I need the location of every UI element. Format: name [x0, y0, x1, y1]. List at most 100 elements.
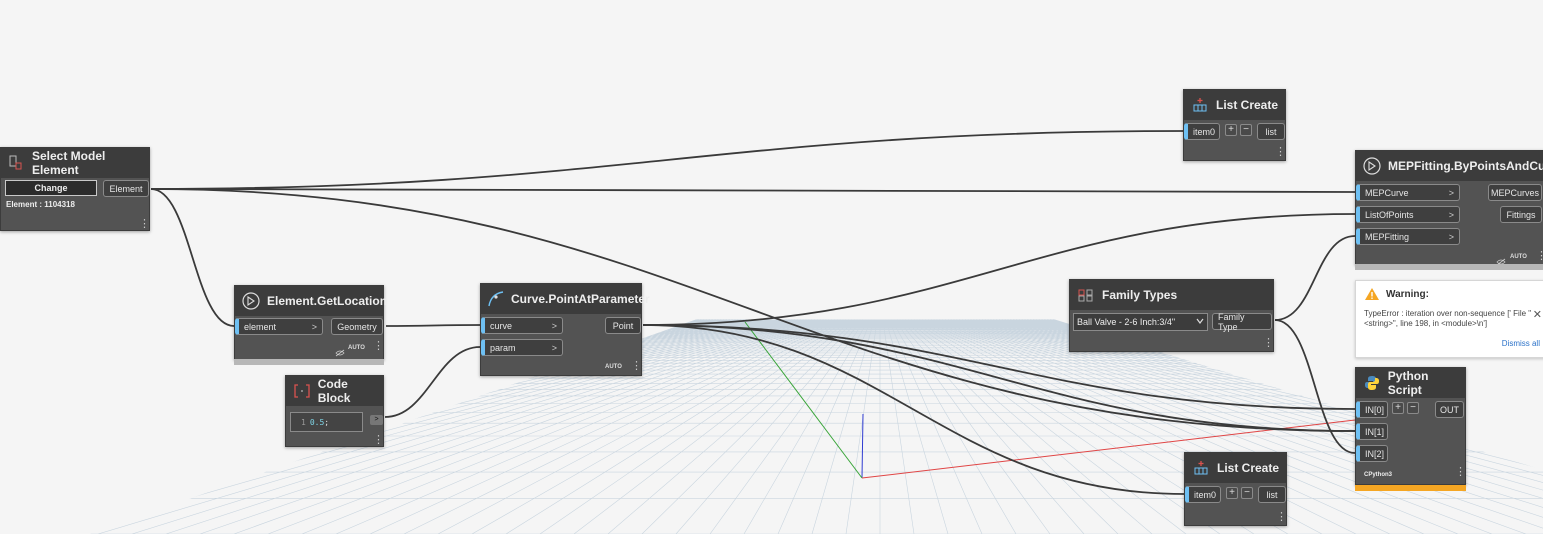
node-list-create-bottom[interactable]: List Create item0 + − list ⋮ — [1184, 452, 1287, 526]
change-button[interactable]: Change — [5, 180, 97, 196]
node-python-script[interactable]: Python Script IN[0] IN[1] IN[2] + − OUT … — [1355, 367, 1466, 491]
port-arrow-icon: > — [1448, 231, 1454, 242]
warning-title: Warning: — [1386, 289, 1429, 300]
port-arrow-icon: > — [1448, 209, 1454, 220]
node-header[interactable]: Curve.PointAtParameter — [481, 284, 650, 314]
node-header[interactable]: Select Model Element — [1, 148, 149, 178]
port-arrow-icon: > — [551, 342, 557, 353]
warning-message: TypeError : iteration over non-sequence … — [1364, 309, 1532, 328]
background-canvas[interactable] — [0, 0, 1543, 534]
close-icon[interactable]: ✕ — [1533, 308, 1542, 321]
line-number: 1 — [301, 417, 306, 427]
port-label: IN[0] — [1365, 404, 1385, 415]
floor-grid — [90, 319, 1543, 534]
output-port-fittings[interactable]: Fittings — [1500, 206, 1542, 223]
node-header[interactable]: MEPFitting.ByPointsAndCurve — [1356, 151, 1543, 181]
node-menu-icon[interactable]: ⋮ — [1263, 338, 1274, 349]
input-port-item0[interactable]: item0 — [1185, 486, 1221, 503]
revit-node-icon — [1362, 156, 1382, 176]
lacing-label[interactable]: AUTO — [1510, 254, 1527, 260]
output-port-code[interactable]: > — [370, 415, 383, 425]
node-menu-icon[interactable]: ⋮ — [139, 219, 150, 230]
input-port-in1[interactable]: IN[1] — [1356, 423, 1388, 440]
port-label: Point — [612, 320, 634, 331]
input-port-mepfitting[interactable]: MEPFitting > — [1356, 228, 1460, 245]
list-create-icon — [1190, 95, 1210, 115]
remove-input-button[interactable]: − — [1240, 124, 1252, 136]
revit-node-icon — [241, 291, 261, 311]
list-create-icon — [1191, 458, 1211, 478]
output-port-geometry[interactable]: Geometry — [331, 318, 383, 335]
chevron-down-icon — [1196, 317, 1204, 327]
port-label: MEPFitting — [1365, 231, 1410, 242]
remove-input-button[interactable]: − — [1407, 402, 1419, 414]
node-menu-icon[interactable]: ⋮ — [373, 435, 384, 446]
output-port-out[interactable]: OUT — [1435, 401, 1464, 418]
input-port-param[interactable]: param > — [481, 339, 563, 356]
lacing-label[interactable]: AUTO — [348, 345, 365, 351]
node-title: Family Types — [1102, 288, 1178, 302]
port-arrow-icon: > — [551, 320, 557, 331]
port-label: element — [244, 321, 277, 332]
add-input-button[interactable]: + — [1392, 402, 1404, 414]
node-menu-icon[interactable]: ⋮ — [1536, 251, 1543, 262]
input-port-element[interactable]: element > — [235, 318, 323, 335]
code-editor[interactable]: 1 0.5 ; — [290, 412, 363, 432]
node-header[interactable]: Python Script — [1356, 368, 1465, 398]
node-menu-icon[interactable]: ⋮ — [1455, 467, 1466, 478]
node-header[interactable]: Element.GetLocation — [235, 286, 387, 316]
port-label: list — [1266, 489, 1278, 500]
node-header[interactable]: List Create — [1184, 90, 1285, 120]
input-port-item0[interactable]: item0 — [1184, 123, 1220, 140]
input-port-in0[interactable]: IN[0] — [1356, 401, 1388, 418]
output-port-family-type[interactable]: Family Type — [1212, 311, 1272, 332]
node-title: List Create — [1217, 461, 1280, 475]
node-title: List Create — [1216, 98, 1279, 112]
node-menu-icon[interactable]: ⋮ — [631, 361, 642, 372]
node-code-block[interactable]: Code Block 1 0.5 ; > ⋮ — [285, 375, 384, 447]
output-port-point[interactable]: Point — [605, 317, 641, 334]
curve-icon — [487, 289, 505, 309]
port-label: Family Type — [1218, 311, 1245, 332]
output-port-mepcurves[interactable]: MEPCurves — [1488, 184, 1542, 201]
port-label: MEPCurve — [1365, 187, 1409, 198]
port-arrow-icon: > — [1448, 187, 1454, 198]
family-type-dropdown[interactable]: Ball Valve - 2-6 Inch:3/4" — [1073, 313, 1208, 331]
port-label: ListOfPoints — [1365, 209, 1414, 220]
input-port-mepcurve[interactable]: MEPCurve > — [1356, 184, 1460, 201]
node-header[interactable]: Family Types — [1070, 280, 1273, 310]
remove-input-button[interactable]: − — [1241, 487, 1253, 499]
node-menu-icon[interactable]: ⋮ — [1276, 512, 1287, 523]
output-port-list[interactable]: list — [1258, 486, 1286, 503]
node-mepfitting-bypointsandcurve[interactable]: MEPFitting.ByPointsAndCurve MEPCurve > Li… — [1355, 150, 1543, 270]
add-input-button[interactable]: + — [1225, 124, 1237, 136]
node-select-model-element[interactable]: Select Model Element Change Element Elem… — [0, 147, 150, 231]
node-title: Curve.PointAtParameter — [511, 292, 650, 306]
add-input-button[interactable]: + — [1226, 487, 1238, 499]
lacing-label[interactable]: AUTO — [605, 364, 622, 370]
python-engine-label[interactable]: CPython3 — [1364, 472, 1392, 478]
dropdown-selected-value: Ball Valve - 2-6 Inch:3/4" — [1077, 317, 1176, 327]
dismiss-all-link[interactable]: Dismiss all — [1502, 339, 1540, 348]
output-port-list[interactable]: list — [1257, 123, 1285, 140]
node-header[interactable]: List Create — [1185, 453, 1286, 483]
input-port-curve[interactable]: curve > — [481, 317, 563, 334]
python-icon — [1362, 373, 1382, 393]
node-menu-icon[interactable]: ⋮ — [373, 341, 384, 352]
input-port-in2[interactable]: IN[2] — [1356, 445, 1388, 462]
node-element-getlocation[interactable]: Element.GetLocation element > Geometry AU… — [234, 285, 387, 365]
port-label: IN[1] — [1365, 426, 1385, 437]
output-port-element[interactable]: Element — [103, 180, 149, 197]
node-list-create-top[interactable]: List Create item0 + − list ⋮ — [1183, 89, 1286, 161]
node-family-types[interactable]: Family Types Ball Valve - 2-6 Inch:3/4" … — [1069, 279, 1274, 352]
code-text: 0.5 — [309, 417, 325, 427]
node-header[interactable]: Code Block — [286, 376, 383, 406]
select-model-icon — [7, 153, 26, 173]
input-port-listofpoints[interactable]: ListOfPoints > — [1356, 206, 1460, 223]
port-label: Element — [109, 183, 143, 194]
node-menu-icon[interactable]: ⋮ — [1275, 147, 1286, 158]
node-curve-pointatparameter[interactable]: Curve.PointAtParameter curve > param > Poi… — [480, 283, 650, 376]
port-label: Fittings — [1506, 209, 1536, 220]
port-label: item0 — [1194, 489, 1217, 500]
node-state-bar — [234, 359, 384, 365]
